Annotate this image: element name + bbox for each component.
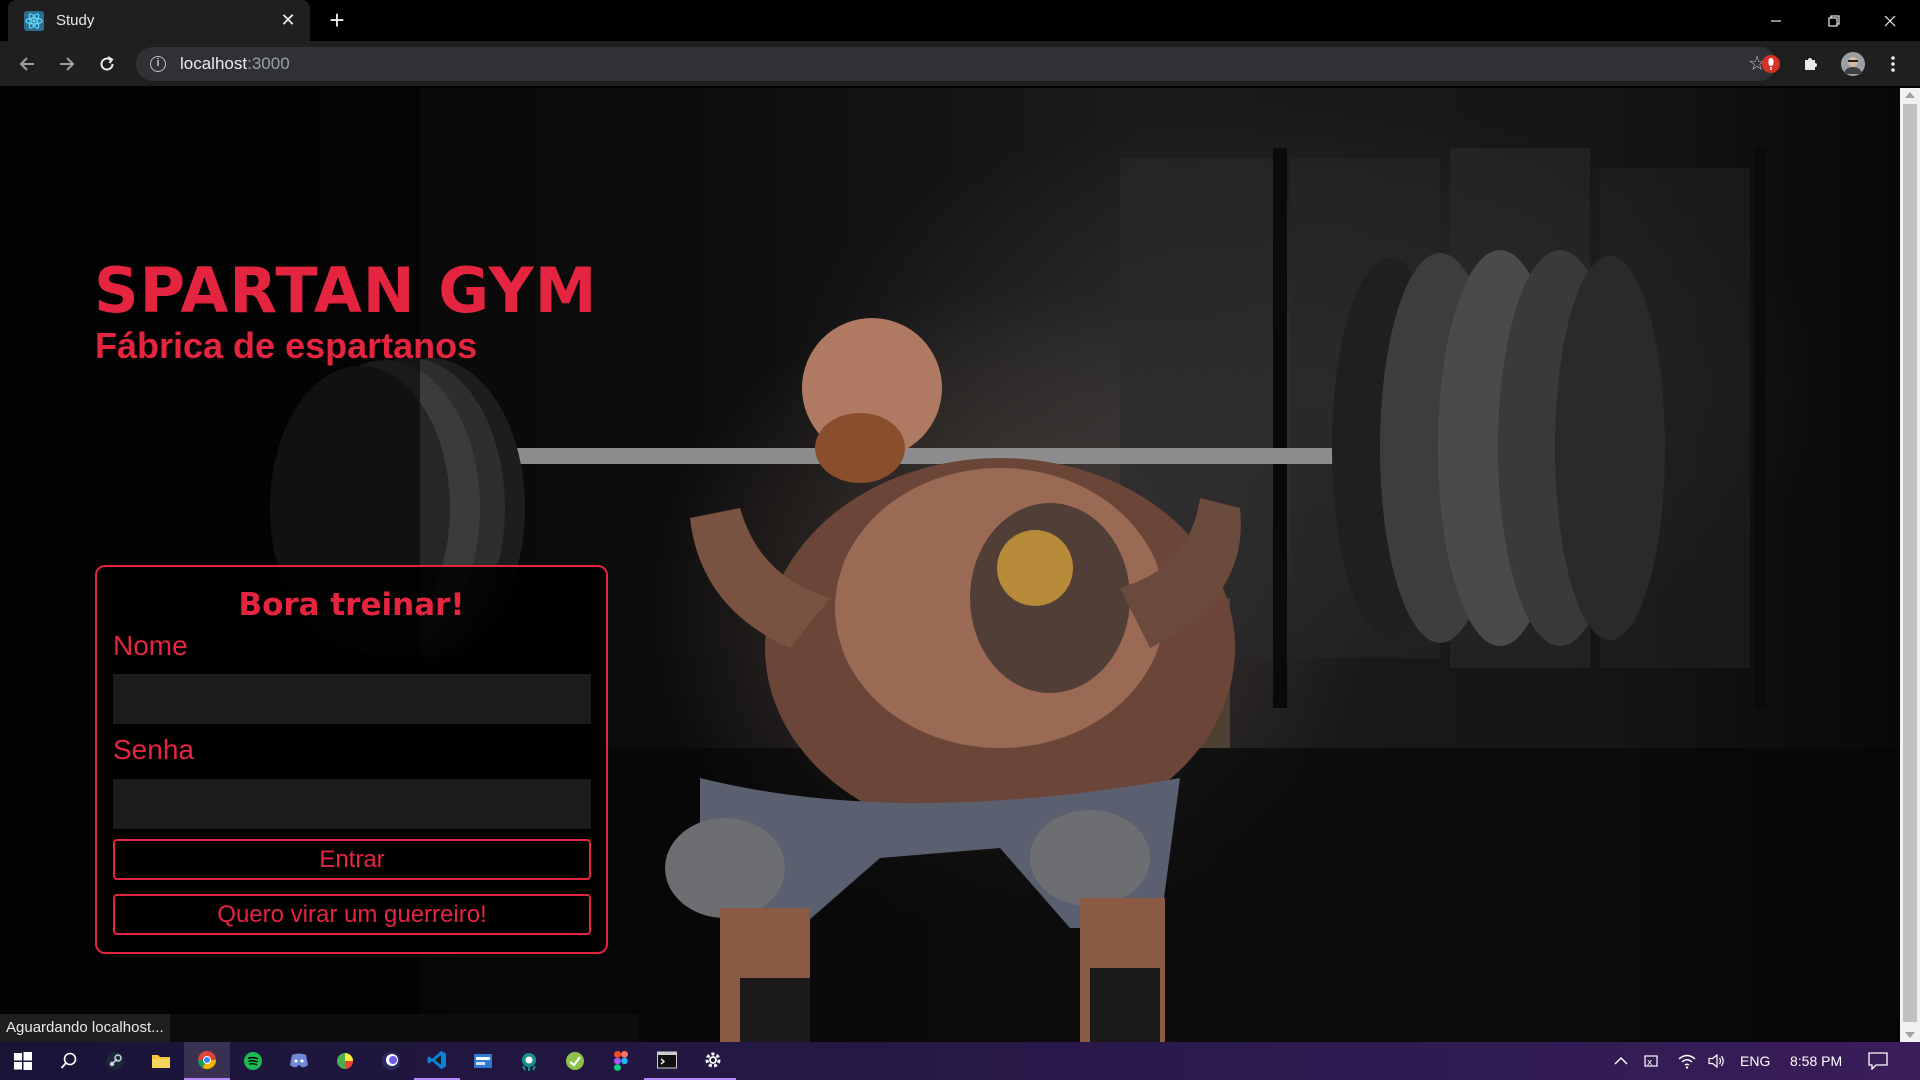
language-indicator[interactable]: ENG xyxy=(1740,1042,1770,1080)
minimize-icon[interactable] xyxy=(1748,0,1804,41)
page-scrollbar[interactable] xyxy=(1900,88,1920,1042)
page-viewport: SPARTAN GYM Fábrica de espartanos Bora t… xyxy=(0,88,1900,1042)
browser-icon[interactable] xyxy=(368,1042,414,1080)
scroll-up-icon[interactable] xyxy=(1905,92,1915,98)
password-input[interactable] xyxy=(113,779,591,829)
clock[interactable]: 8:58 PM xyxy=(1790,1042,1842,1080)
address-bar[interactable]: i localhost:3000 ☆ xyxy=(136,47,1776,81)
gitkraken-icon[interactable] xyxy=(506,1042,552,1080)
extension-record-icon[interactable] xyxy=(1756,49,1786,79)
url-text: localhost:3000 xyxy=(180,54,290,73)
settings-icon[interactable] xyxy=(690,1042,736,1080)
svg-text:x: x xyxy=(1647,1058,1653,1068)
menu-icon[interactable] xyxy=(1878,49,1908,79)
app-icon[interactable] xyxy=(552,1042,598,1080)
tray-chevron-icon[interactable] xyxy=(1614,1042,1628,1080)
chrome-icon[interactable] xyxy=(184,1042,230,1080)
notification-icon[interactable] xyxy=(1868,1042,1888,1080)
app-icon[interactable] xyxy=(460,1042,506,1080)
status-bar-background xyxy=(150,1014,638,1042)
app-icon[interactable] xyxy=(322,1042,368,1080)
steam-icon[interactable] xyxy=(92,1042,138,1080)
browser-tab[interactable]: Study ✕ xyxy=(8,0,310,41)
close-tab-icon[interactable]: ✕ xyxy=(278,10,298,31)
tab-title: Study xyxy=(56,12,95,29)
page-title: SPARTAN GYM xyxy=(94,254,598,327)
form-title: Bora treinar! xyxy=(238,587,465,623)
scroll-down-icon[interactable] xyxy=(1905,1032,1915,1038)
browser-toolbar: i localhost:3000 ☆ xyxy=(0,41,1920,87)
forward-icon[interactable] xyxy=(51,48,83,80)
login-button[interactable]: Entrar xyxy=(113,839,591,880)
discord-icon[interactable] xyxy=(276,1042,322,1080)
terminal-icon[interactable] xyxy=(644,1042,690,1080)
login-form: Bora treinar! Nome Senha Entrar Quero vi… xyxy=(95,565,608,954)
avatar[interactable] xyxy=(1838,49,1868,79)
start-icon[interactable] xyxy=(0,1042,46,1080)
taskbar: x ENG 8:58 PM xyxy=(0,1042,1920,1080)
name-label: Nome xyxy=(113,630,188,661)
close-window-icon[interactable] xyxy=(1862,0,1918,41)
page-subtitle: Fábrica de espartanos xyxy=(95,325,478,366)
ime-icon[interactable]: x xyxy=(1644,1042,1664,1080)
status-text: Aguardando localhost... xyxy=(0,1014,170,1042)
tab-strip: Study ✕ + xyxy=(0,0,1920,41)
name-input[interactable] xyxy=(113,674,591,724)
site-info-icon[interactable]: i xyxy=(150,56,166,72)
password-label: Senha xyxy=(113,734,194,765)
react-icon xyxy=(24,10,44,31)
register-button[interactable]: Quero virar um guerreiro! xyxy=(113,894,591,935)
search-icon[interactable] xyxy=(46,1042,92,1080)
spotify-icon[interactable] xyxy=(230,1042,276,1080)
figma-icon[interactable] xyxy=(598,1042,644,1080)
new-tab-button[interactable]: + xyxy=(324,7,350,34)
wifi-icon[interactable] xyxy=(1678,1042,1696,1080)
volume-icon[interactable] xyxy=(1708,1042,1726,1080)
restore-icon[interactable] xyxy=(1806,0,1862,41)
scroll-thumb[interactable] xyxy=(1903,104,1917,1022)
file-explorer-icon[interactable] xyxy=(138,1042,184,1080)
extensions-puzzle-icon[interactable] xyxy=(1796,49,1826,79)
vscode-icon[interactable] xyxy=(414,1042,460,1080)
reload-icon[interactable] xyxy=(91,48,123,80)
back-icon[interactable] xyxy=(11,48,43,80)
